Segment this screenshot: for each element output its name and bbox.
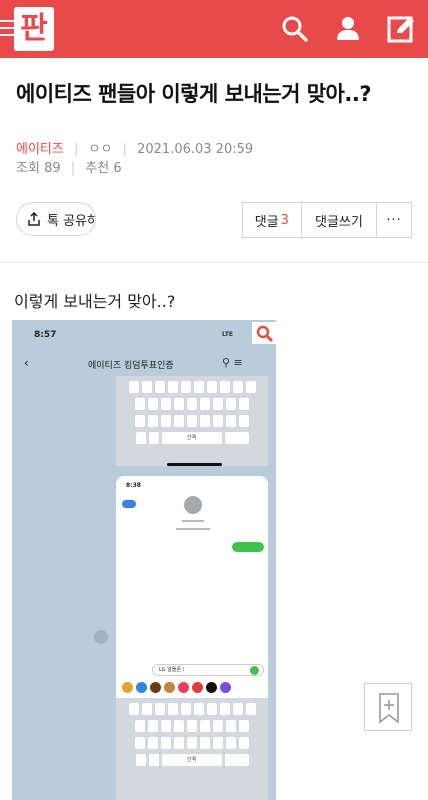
- share-button[interactable]: 톡 공유하: [16, 202, 96, 236]
- more-button[interactable]: ···: [377, 203, 411, 237]
- post-meta: 에이티즈 | ㅇㅇ | 2021.06.03 20:59: [16, 142, 254, 157]
- image-network: LTE: [222, 331, 234, 338]
- image-keyboard-2: 간격: [116, 698, 268, 800]
- image-phone-back: [122, 500, 136, 508]
- author-badge: ㅇㅇ: [88, 142, 113, 157]
- share-icon: [28, 212, 40, 226]
- image-avatar: [184, 496, 202, 514]
- bookmark-button[interactable]: [364, 683, 412, 731]
- image-phone-time: 8:38: [126, 482, 141, 489]
- bookmark-icon: [379, 693, 399, 724]
- image-nav-icons: ⚲ ≡: [222, 356, 243, 369]
- image-keyboard: 간격: [116, 376, 268, 466]
- menu-icon[interactable]: [0, 20, 14, 36]
- post-datetime: 2021.06.03 20:59: [137, 142, 254, 157]
- post-body-text: 이렇게 보내는거 맞아..?: [14, 292, 176, 311]
- comment-label: 댓글: [254, 214, 279, 230]
- image-status-time: 8:57: [34, 330, 57, 340]
- comment-button[interactable]: 댓글 3: [243, 203, 302, 237]
- image-phone-screen: 8:38 LG 알뜰폰 / 간격: [116, 476, 268, 800]
- write-comment-button[interactable]: 댓글쓰기: [302, 203, 378, 237]
- image-send-icon: [250, 666, 259, 675]
- user-icon[interactable]: [333, 14, 363, 44]
- post-title: 에이티즈 팬들아 이렇게 보내는거 맞아..?: [16, 82, 372, 106]
- image-search-icon: [252, 322, 276, 344]
- recommend-count: 6: [113, 161, 122, 176]
- divider: [0, 262, 428, 263]
- image-upload-icon: [94, 630, 108, 644]
- views-count: 89: [44, 161, 61, 176]
- image-message-bubble: [232, 542, 264, 552]
- write-icon[interactable]: [386, 14, 416, 44]
- image-back-icon: ‹: [24, 356, 29, 370]
- share-label: 톡 공유하: [47, 213, 96, 229]
- image-home-indicator: [167, 463, 222, 466]
- image-app-row: [122, 682, 231, 693]
- pann-logo[interactable]: 판: [14, 7, 54, 51]
- comment-count: 3: [280, 212, 289, 228]
- app-header: 판: [0, 0, 428, 58]
- image-chat-title: 에이티즈 킹덤투표인증: [88, 361, 174, 371]
- post-image: 8:57 LTE ‹ 에이티즈 킹덤투표인증 ⚲ ≡ 간격 8:38 LG 알뜰…: [12, 320, 276, 800]
- comment-actions: 댓글 3 댓글쓰기 ···: [242, 202, 412, 238]
- views-label: 조회: [16, 161, 40, 176]
- post-stats: 조회 89 | 추천 6: [16, 161, 122, 176]
- recommend-label: 추천: [85, 161, 110, 176]
- search-icon[interactable]: [280, 14, 310, 44]
- image-message-input: LG 알뜰폰 /: [152, 664, 264, 676]
- post-author[interactable]: 에이티즈: [16, 142, 64, 157]
